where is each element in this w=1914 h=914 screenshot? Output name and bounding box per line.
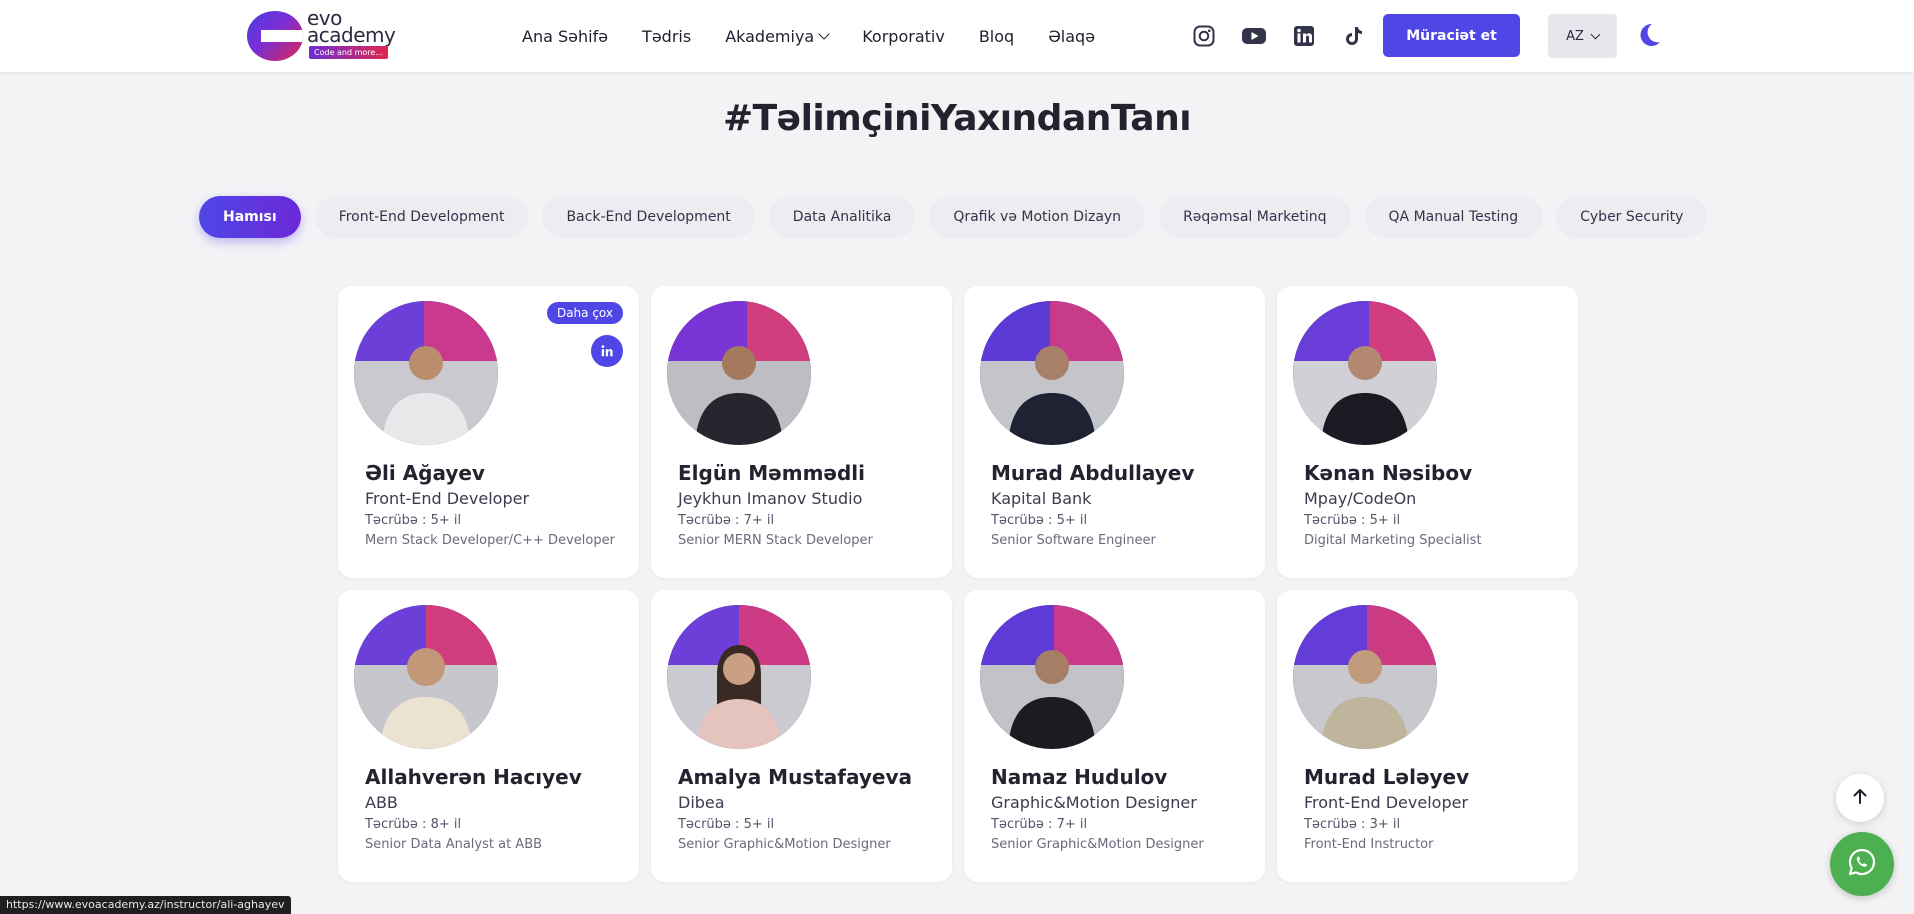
- instructor-photo: [1293, 605, 1437, 749]
- site-header: evo academy Code and more... Ana Səhifə …: [0, 0, 1914, 72]
- instructor-grid: Daha çox Əli Ağayev Front-End Developer …: [338, 286, 1578, 882]
- filter-back-end[interactable]: Back-End Development: [542, 196, 755, 238]
- link-status-bar: https://www.evoacademy.az/instructor/ali…: [0, 896, 291, 914]
- filter-graphic-motion[interactable]: Qrafik və Motion Dizayn: [929, 196, 1146, 238]
- instructor-card[interactable]: Daha çox Əli Ağayev Front-End Developer …: [338, 286, 639, 578]
- instructor-card[interactable]: Amalya Mustafayeva Dibea Təcrübə : 5+ il…: [651, 590, 952, 882]
- instructor-experience: Təcrübə : 5+ il: [991, 513, 1088, 528]
- instructor-card[interactable]: Murad Lələyev Front-End Developer Təcrüb…: [1277, 590, 1578, 882]
- moon-icon[interactable]: [1636, 22, 1662, 48]
- instructor-card[interactable]: Allahverən Hacıyev ABB Təcrübə : 8+ il S…: [338, 590, 639, 882]
- nav-elaqe[interactable]: Əlaqə: [1048, 27, 1095, 46]
- instructor-role: Front-End Instructor: [1304, 837, 1434, 852]
- scroll-to-top-button[interactable]: [1836, 774, 1884, 822]
- instructor-photo: [667, 605, 811, 749]
- instructor-photo: [354, 301, 498, 445]
- nav-korporativ[interactable]: Korporativ: [862, 27, 945, 46]
- category-filters: Hamısı Front-End Development Back-End De…: [199, 196, 1708, 238]
- instructor-company: Mpay/CodeOn: [1304, 489, 1417, 508]
- instructor-role: Senior Graphic&Motion Designer: [991, 837, 1204, 852]
- instructor-role: Senior Data Analyst at ABB: [365, 837, 543, 852]
- instructor-name: Murad Lələyev: [1304, 765, 1470, 789]
- filter-cyber-security[interactable]: Cyber Security: [1556, 196, 1708, 238]
- whatsapp-button[interactable]: [1830, 832, 1894, 896]
- instagram-icon[interactable]: [1191, 23, 1217, 49]
- instructor-photo: [980, 301, 1124, 445]
- instructor-card[interactable]: Kənan Nəsibov Mpay/CodeOn Təcrübə : 5+ i…: [1277, 286, 1578, 578]
- instructor-experience: Təcrübə : 5+ il: [678, 817, 775, 832]
- filter-front-end[interactable]: Front-End Development: [314, 196, 529, 238]
- logo-mark: [247, 11, 303, 61]
- instructor-company: Kapital Bank: [991, 489, 1092, 508]
- instructor-company: Dibea: [678, 793, 725, 812]
- nav-akademiya[interactable]: Akademiya: [725, 27, 830, 46]
- nav-bloq[interactable]: Bloq: [979, 27, 1014, 46]
- tiktok-icon[interactable]: [1341, 23, 1367, 49]
- instructor-experience: Təcrübə : 7+ il: [678, 513, 775, 528]
- instructor-role: Digital Marketing Specialist: [1304, 533, 1482, 548]
- instructor-name: Allahverən Hacıyev: [365, 765, 582, 789]
- logo-wordmark: evo academy: [307, 6, 396, 47]
- filter-qa-manual[interactable]: QA Manual Testing: [1364, 196, 1543, 238]
- social-links: [1191, 23, 1367, 49]
- instructor-company: Front-End Developer: [1304, 793, 1469, 812]
- nav-tedris[interactable]: Tədris: [642, 27, 691, 46]
- arrow-up-icon: [1851, 787, 1869, 809]
- chevron-down-icon: [818, 28, 830, 40]
- instructor-role: Mern Stack Developer/C++ Developer: [365, 533, 615, 548]
- logo-tagline: Code and more...: [309, 46, 388, 59]
- instructor-role: Senior Software Engineer: [991, 533, 1156, 548]
- more-badge[interactable]: Daha çox: [546, 302, 623, 324]
- instructor-experience: Təcrübə : 3+ il: [1304, 817, 1401, 832]
- youtube-icon[interactable]: [1241, 23, 1267, 49]
- instructor-company: Graphic&Motion Designer: [991, 793, 1197, 812]
- linkedin-icon[interactable]: [1291, 23, 1317, 49]
- instructor-experience: Təcrübə : 5+ il: [365, 513, 462, 528]
- filter-all[interactable]: Hamısı: [199, 196, 301, 238]
- nav-ana-sehife[interactable]: Ana Səhifə: [522, 27, 608, 46]
- filter-digital-marketing[interactable]: Rəqəmsal Marketinq: [1159, 196, 1351, 238]
- instructor-name: Murad Abdullayev: [991, 461, 1195, 485]
- instructor-company: Jeykhun Imanov Studio: [678, 489, 863, 508]
- instructor-company: ABB: [365, 793, 398, 812]
- instructor-experience: Təcrübə : 8+ il: [365, 817, 462, 832]
- instructor-role: Senior MERN Stack Developer: [678, 533, 873, 548]
- apply-button[interactable]: Müraciət et: [1383, 14, 1520, 57]
- instructor-name: Amalya Mustafayeva: [678, 765, 912, 789]
- main-nav: Ana Səhifə Tədris Akademiya Korporativ B…: [522, 0, 1095, 72]
- instructor-photo: [980, 605, 1124, 749]
- instructor-role: Senior Graphic&Motion Designer: [678, 837, 891, 852]
- instructor-card[interactable]: Murad Abdullayev Kapital Bank Təcrübə : …: [964, 286, 1265, 578]
- instructor-photo: [354, 605, 498, 749]
- evo-academy-logo[interactable]: evo academy Code and more...: [247, 6, 407, 62]
- instructor-name: Namaz Hudulov: [991, 765, 1168, 789]
- instructor-company: Front-End Developer: [365, 489, 530, 508]
- instructor-card[interactable]: Elgün Məmmədli Jeykhun Imanov Studio Təc…: [651, 286, 952, 578]
- whatsapp-icon: [1847, 847, 1877, 881]
- instructor-name: Əli Ağayev: [365, 461, 485, 485]
- language-value: AZ: [1566, 28, 1584, 44]
- instructor-name: Elgün Məmmədli: [678, 461, 866, 485]
- instructor-photo: [667, 301, 811, 445]
- instructor-card[interactable]: Namaz Hudulov Graphic&Motion Designer Tə…: [964, 590, 1265, 882]
- instructor-experience: Təcrübə : 7+ il: [991, 817, 1088, 832]
- page-title: #TəlimçiniYaxındanTanı: [722, 98, 1192, 139]
- linkedin-icon[interactable]: [591, 335, 623, 367]
- instructor-photo: [1293, 301, 1437, 445]
- language-selector[interactable]: AZ: [1548, 14, 1617, 58]
- instructor-experience: Təcrübə : 5+ il: [1304, 513, 1401, 528]
- filter-data-analytics[interactable]: Data Analitika: [768, 196, 916, 238]
- instructor-name: Kənan Nəsibov: [1304, 461, 1473, 485]
- chevron-down-icon: [1590, 29, 1601, 39]
